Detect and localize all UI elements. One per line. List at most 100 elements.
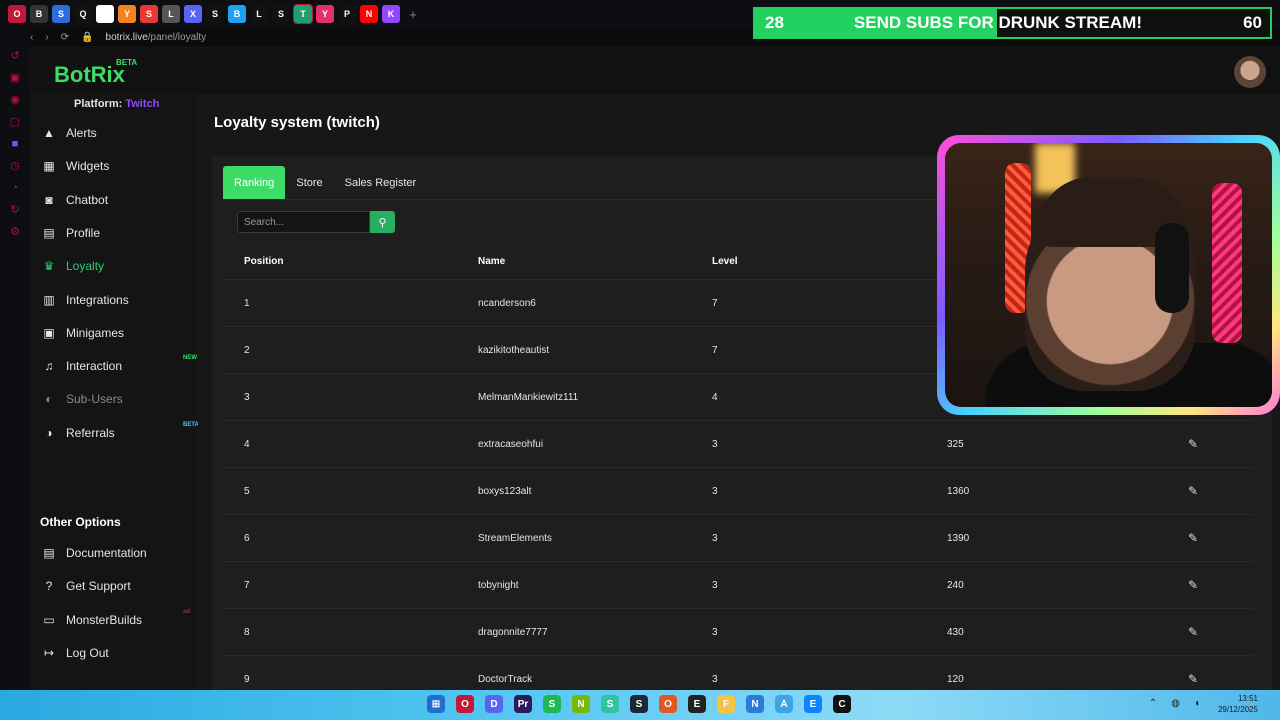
sidebar-item-referrals[interactable]: ◑ Referrals BETA xyxy=(42,420,199,446)
spotify-icon[interactable]: S xyxy=(543,695,561,713)
chevron-up-icon[interactable]: ⌃ xyxy=(1149,698,1157,709)
name-cell: MelmanMankiewitz111 xyxy=(478,391,579,403)
browser-tab-icon[interactable]: P xyxy=(338,5,356,23)
sidebar-item-chatbot[interactable]: ◙ Chatbot xyxy=(42,187,192,213)
sidebar-item-integrations[interactable]: ▥ Integrations xyxy=(42,287,192,313)
browser-tab-icon[interactable]: L xyxy=(250,5,268,23)
subgoal-overlay: 28 SEND SUBS FOR DRUNK STREAM! 60 xyxy=(753,7,1272,39)
browser-tab-icon[interactable]: S xyxy=(140,5,158,23)
sidebar-item-label: Log Out xyxy=(66,645,109,660)
browser-tab-icon[interactable]: T xyxy=(293,4,313,24)
settings-icon[interactable]: ⚙ xyxy=(9,226,21,238)
browser-tab-icon[interactable]: K xyxy=(382,5,400,23)
windows-start-icon[interactable]: ⊞ xyxy=(427,695,445,713)
search-button[interactable]: ⚲ xyxy=(370,211,395,233)
botrix-logo[interactable]: BotRix xyxy=(54,62,125,88)
browser-tab-icon[interactable]: N xyxy=(360,5,378,23)
edit-pencil-icon[interactable]: ✎ xyxy=(1188,672,1198,686)
url-text[interactable]: botrix.live/panel/loyalty xyxy=(106,32,207,43)
sidebar-item-profile[interactable]: ▤ Profile xyxy=(42,220,192,246)
refresh-icon[interactable]: ↻ xyxy=(9,204,21,216)
epic-icon[interactable]: E xyxy=(688,695,706,713)
messenger-icon[interactable]: ◉ xyxy=(9,94,21,106)
network-icon[interactable]: ◍ xyxy=(1171,698,1180,709)
music-icon: ♫ xyxy=(44,359,54,374)
sidebar-item-documentation[interactable]: ▤ Documentation xyxy=(42,540,192,566)
bag-icon[interactable]: ▣ xyxy=(9,72,21,84)
edit-pencil-icon[interactable]: ✎ xyxy=(1188,625,1198,639)
browser-tab-icon[interactable]: S xyxy=(206,5,224,23)
browser-tab-icon[interactable]: S xyxy=(52,5,70,23)
sidebar-item-loyalty[interactable]: ♛ Loyalty xyxy=(42,253,192,279)
nvidia-icon[interactable]: N xyxy=(572,695,590,713)
sidebar-item-label: Interaction xyxy=(66,359,123,374)
search-input[interactable] xyxy=(237,211,370,233)
back-icon[interactable]: ‹ xyxy=(30,32,33,43)
app-icon[interactable]: A xyxy=(775,695,793,713)
edit-pencil-icon[interactable]: ✎ xyxy=(1188,531,1198,545)
capcut-icon[interactable]: C xyxy=(833,695,851,713)
browser-tab-icon[interactable]: O xyxy=(8,5,26,23)
name-cell: boxys123alt xyxy=(478,485,532,497)
browser-tab-icon[interactable]: Y xyxy=(118,5,136,23)
tab-store[interactable]: Store xyxy=(285,166,333,199)
clock-date: 29/12/2025 xyxy=(1217,705,1258,714)
tv-icon[interactable]: ▢ xyxy=(9,116,21,128)
users-icon: ◐ xyxy=(45,392,53,407)
history-icon[interactable]: ↺ xyxy=(9,50,21,62)
subgoal-target: 60 xyxy=(1243,13,1262,32)
avatar[interactable] xyxy=(1234,56,1266,88)
forward-icon[interactable]: › xyxy=(45,32,48,43)
edit-pencil-icon[interactable]: ✎ xyxy=(1188,578,1198,592)
taskbar-clock[interactable]: 13:51 29/12/2025 xyxy=(1218,693,1258,715)
nav-badge: BETA xyxy=(183,421,199,428)
new-tab-icon[interactable]: + xyxy=(404,5,422,23)
reload-icon[interactable]: ⟳ xyxy=(61,32,69,43)
edit-pencil-icon[interactable]: ✎ xyxy=(1188,437,1198,451)
browser-tab-icon[interactable]: X xyxy=(184,5,202,23)
sidebar-item-sub-users[interactable]: ◐ Sub-Users xyxy=(42,386,192,412)
sidebar-item-minigames[interactable]: ▣ Minigames xyxy=(42,320,192,346)
question-icon: ? xyxy=(45,579,53,594)
discord-icon[interactable]: D xyxy=(485,695,503,713)
twitch-icon[interactable]: ■ xyxy=(9,138,21,150)
premiere-icon[interactable]: Pr xyxy=(514,695,532,713)
browser-tab-icon[interactable]: B xyxy=(30,5,48,23)
position-cell: 7 xyxy=(244,579,250,591)
browser-tab-icon[interactable]: T xyxy=(96,5,114,23)
browser-tab-icon[interactable]: L xyxy=(162,5,180,23)
robot-icon: ◙ xyxy=(45,192,53,207)
clock-time: 13:51 xyxy=(1237,694,1258,703)
volume-icon[interactable]: ◖ xyxy=(1194,698,1200,709)
edit-pencil-icon[interactable]: ✎ xyxy=(1188,484,1198,498)
tab-ranking[interactable]: Ranking xyxy=(223,166,286,199)
sidebar-item-get-support[interactable]: ? Get Support xyxy=(42,573,192,599)
timer-icon[interactable]: ◔ xyxy=(9,182,21,194)
browser-tab-icon[interactable]: Q xyxy=(74,5,92,23)
browser-tab-icon[interactable]: S xyxy=(272,5,290,23)
sidebar-item-interaction[interactable]: ♫ Interaction NEW xyxy=(42,353,198,379)
browser-tab-icon[interactable]: B xyxy=(228,5,246,23)
name-cell: StreamElements xyxy=(478,532,552,544)
sidebar-item-label: Minigames xyxy=(66,325,125,340)
explorer-icon[interactable]: F xyxy=(717,695,735,713)
sidebar-item-alerts[interactable]: ▲ Alerts xyxy=(42,120,192,146)
clock-icon[interactable]: ◷ xyxy=(9,160,21,172)
sidebar-item-log-out[interactable]: ↦ Log Out xyxy=(42,640,192,666)
sidebar-item-widgets[interactable]: ▦ Widgets xyxy=(42,153,192,179)
steam-icon[interactable]: S xyxy=(630,695,648,713)
table-row: 5 boxys123alt 3 1360 ✎ xyxy=(223,468,1253,515)
sidebar-item-monsterbuilds[interactable]: ▭ MonsterBuilds ad xyxy=(42,607,192,633)
notepad-icon[interactable]: N xyxy=(746,695,764,713)
table-row: 8 dragonnite7777 3 430 ✎ xyxy=(223,609,1253,656)
tab-bar: Ranking Store Sales Register xyxy=(223,166,427,199)
tab-sales-register[interactable]: Sales Register xyxy=(334,166,428,199)
system-tray: ⌃ ◍ ◖ xyxy=(1149,698,1200,709)
obs-icon[interactable]: O xyxy=(659,695,677,713)
sidebar-item-label: Get Support xyxy=(66,579,131,594)
opera-icon[interactable]: O xyxy=(456,695,474,713)
streamlabs-icon[interactable]: S xyxy=(601,695,619,713)
browser-icon[interactable]: E xyxy=(804,695,822,713)
browser-tab-icon[interactable]: Y xyxy=(316,5,334,23)
table-row: 6 StreamElements 3 1390 ✎ xyxy=(223,515,1253,562)
